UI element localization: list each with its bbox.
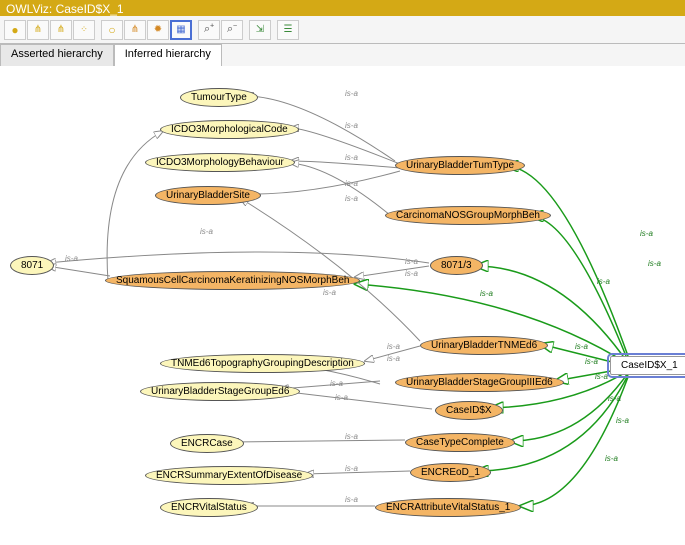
ring-icon: ○ (108, 24, 115, 36)
node-8071-3[interactable]: 8071/3 (430, 256, 483, 275)
node-ubtumtype[interactable]: UrinaryBladderTumType (395, 156, 525, 175)
node-ubstagegrp[interactable]: UrinaryBladderStageGroupEd6 (140, 382, 300, 401)
svg-text:is-a: is-a (345, 121, 358, 130)
export-icon: ⇲ (256, 25, 264, 35)
node-ubstagegrpiii[interactable]: UrinaryBladderStageGroupIIIEd6 (395, 373, 564, 392)
svg-text:is-a: is-a (330, 379, 343, 388)
svg-text:is-a: is-a (345, 194, 358, 203)
node-urinarysite[interactable]: UrinaryBladderSite (155, 186, 261, 205)
svg-text:is-a: is-a (595, 372, 608, 381)
hide-subclasses-button[interactable]: ⋔ (124, 20, 146, 40)
node-encrcase[interactable]: ENCRCase (170, 434, 244, 453)
grid-icon: ⁘ (80, 25, 88, 34)
hide-all-button[interactable]: ✹ (147, 20, 169, 40)
svg-text:is-a: is-a (335, 393, 348, 402)
node-tnmdesc[interactable]: TNMEd6TopographyGroupingDescription (160, 354, 365, 373)
show-all-button[interactable]: ⁘ (73, 20, 95, 40)
node-8071[interactable]: 8071 (10, 256, 54, 275)
edges-layer: is-a is-a is-a is-a is-a is-a is-a is-a … (0, 66, 685, 545)
zoom-in-button[interactable]: ⌕⁺ (198, 20, 220, 40)
net-icon: ⋔ (131, 25, 139, 35)
node-tumourtype[interactable]: TumourType (180, 88, 258, 107)
svg-text:is-a: is-a (345, 464, 358, 473)
tree-up-icon: ⋔ (57, 25, 65, 35)
node-encreod[interactable]: ENCREoD_1 (410, 463, 491, 482)
svg-text:is-a: is-a (605, 454, 618, 463)
zoom-out-icon: ⌕⁻ (227, 24, 237, 35)
svg-text:is-a: is-a (345, 179, 358, 188)
zoom-in-icon: ⌕⁺ (204, 24, 214, 35)
node-encrvital[interactable]: ENCRVitalStatus (160, 498, 258, 517)
node-caseidx[interactable]: CaseID$X (435, 401, 503, 420)
node-icdmorphbeh[interactable]: ICDO3MorphologyBehaviour (145, 153, 295, 172)
node-carcnos[interactable]: CarcinomaNOSGroupMorphBeh (385, 206, 551, 225)
node-ubtnm[interactable]: UrinaryBladderTNMEd6 (420, 336, 548, 355)
svg-text:is-a: is-a (405, 257, 418, 266)
tab-inferred[interactable]: Inferred hierarchy (114, 44, 222, 66)
svg-text:is-a: is-a (323, 288, 336, 297)
svg-text:is-a: is-a (345, 153, 358, 162)
toolbar: ● ⋔ ⋔ ⁘ ○ ⋔ ✹ ▦ ⌕⁺ ⌕⁻ ⇲ ☰ (0, 16, 685, 44)
tree-icon: ⋔ (34, 25, 42, 35)
layout-button[interactable]: ▦ (170, 20, 192, 40)
window-title: OWLViz: CaseID$X_1 (0, 0, 685, 16)
svg-text:is-a: is-a (608, 394, 621, 403)
svg-text:is-a: is-a (387, 342, 400, 351)
show-class-button[interactable]: ● (4, 20, 26, 40)
options-button[interactable]: ☰ (277, 20, 299, 40)
show-subclasses-button[interactable]: ⋔ (27, 20, 49, 40)
node-casetypecomplete[interactable]: CaseTypeComplete (405, 433, 515, 452)
svg-text:is-a: is-a (200, 227, 213, 236)
svg-text:is-a: is-a (585, 357, 598, 366)
svg-text:is-a: is-a (640, 229, 653, 238)
svg-text:is-a: is-a (616, 416, 629, 425)
graph-canvas[interactable]: is-a is-a is-a is-a is-a is-a is-a is-a … (0, 66, 685, 545)
svg-text:is-a: is-a (387, 354, 400, 363)
hide-class-button[interactable]: ○ (101, 20, 123, 40)
zoom-out-button[interactable]: ⌕⁻ (221, 20, 243, 40)
node-caseidx1-selected[interactable]: CaseID$X_1 (610, 356, 685, 375)
show-superclasses-button[interactable]: ⋔ (50, 20, 72, 40)
solid-dot-icon: ● (11, 24, 18, 36)
tab-bar: Asserted hierarchy Inferred hierarchy (0, 44, 685, 66)
svg-text:is-a: is-a (405, 269, 418, 278)
svg-text:is-a: is-a (597, 277, 610, 286)
layout-icon: ▦ (176, 25, 185, 35)
node-icdmorphcode[interactable]: ICDO3MorphologicalCode (160, 120, 299, 139)
svg-text:is-a: is-a (345, 432, 358, 441)
svg-text:is-a: is-a (648, 259, 661, 268)
svg-text:is-a: is-a (65, 254, 78, 263)
svg-text:is-a: is-a (575, 342, 588, 351)
svg-text:is-a: is-a (345, 89, 358, 98)
net2-icon: ✹ (154, 25, 162, 35)
svg-text:is-a: is-a (345, 495, 358, 504)
options-icon: ☰ (284, 25, 293, 35)
export-button[interactable]: ⇲ (249, 20, 271, 40)
tab-asserted[interactable]: Asserted hierarchy (0, 44, 114, 66)
node-encrsummary[interactable]: ENCRSummaryExtentOfDisease (145, 466, 313, 485)
svg-text:is-a: is-a (480, 289, 493, 298)
node-encrattrvital[interactable]: ENCRAttributeVitalStatus_1 (375, 498, 521, 517)
node-scc[interactable]: SquamousCellCarcinomaKeratinizingNOSMorp… (105, 271, 360, 290)
